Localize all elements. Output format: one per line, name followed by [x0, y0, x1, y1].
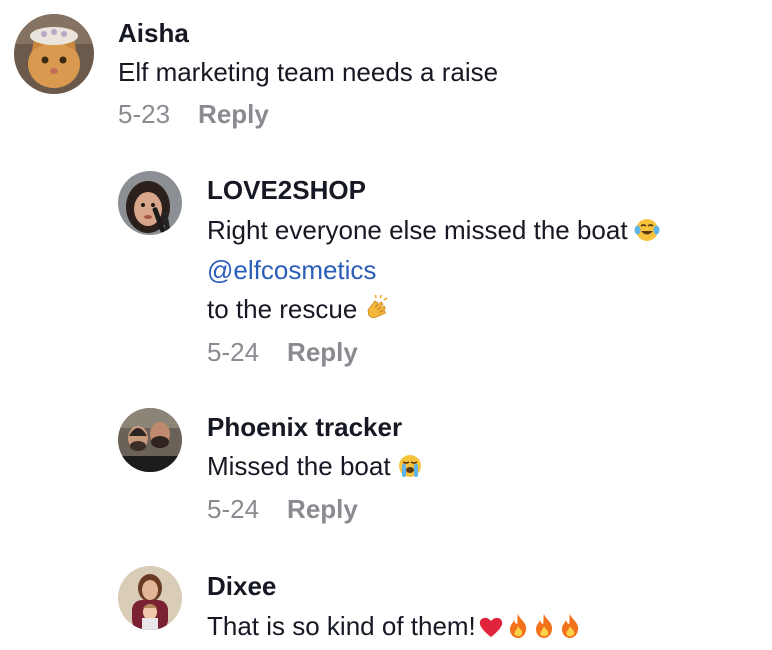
comment-username[interactable]: LOVE2SHOP — [207, 175, 366, 206]
comment-text-line: Right everyone else missed the boat — [207, 215, 660, 250]
comment-love2shop: LOVE2SHOP Right everyone else missed the… — [0, 160, 772, 380]
woman-and-child-avatar[interactable] — [118, 566, 182, 630]
comment-text-line: to the rescue — [207, 294, 391, 329]
comment-phoenix-tracker: Phoenix tracker Missed the boat 5-24 Repl… — [0, 398, 772, 548]
comment-date: 5-24 — [207, 337, 260, 367]
red-heart-emoji — [478, 615, 504, 646]
fire-emoji — [558, 613, 582, 646]
comment-dixee: Dixee That is so kind of them! — [0, 555, 772, 650]
fire-emoji — [506, 613, 530, 646]
comment-text: Missed the boat — [207, 451, 391, 481]
comment-text: Elf marketing team needs a raise — [118, 57, 499, 87]
comment-text: That is so kind of them! — [207, 611, 476, 641]
reply-button[interactable]: Reply — [198, 99, 269, 129]
comment-text-line: That is so kind of them! — [207, 611, 582, 646]
comment-date: 5-23 — [118, 99, 171, 129]
clapping-hands-emoji — [363, 294, 391, 329]
reply-button[interactable]: Reply — [287, 494, 358, 524]
comment-meta: 5-24 Reply — [207, 494, 358, 525]
reply-button[interactable]: Reply — [287, 337, 358, 367]
cat-avatar[interactable] — [14, 14, 94, 94]
loudly-crying-emoji — [397, 453, 423, 486]
comment-meta: 5-23 Reply — [118, 99, 269, 130]
tears-of-joy-emoji — [634, 217, 660, 250]
comment-text-line: Missed the boat — [207, 451, 423, 486]
comment-username[interactable]: Aisha — [118, 18, 189, 49]
fire-emoji — [532, 613, 556, 646]
woman-selfie-avatar[interactable] — [118, 171, 182, 235]
comment-username[interactable]: Dixee — [207, 571, 276, 602]
comment-date: 5-24 — [207, 494, 260, 524]
comment-text: Right everyone else missed the boat — [207, 215, 628, 245]
comment-text: to the rescue — [207, 294, 358, 324]
comment-meta: 5-24 Reply — [207, 337, 358, 368]
two-men-avatar[interactable] — [118, 408, 182, 472]
comment-aisha: Aisha Elf marketing team needs a raise 5… — [0, 0, 772, 140]
comment-username[interactable]: Phoenix tracker — [207, 412, 402, 443]
mention-link[interactable]: @elfcosmetics — [207, 255, 376, 286]
